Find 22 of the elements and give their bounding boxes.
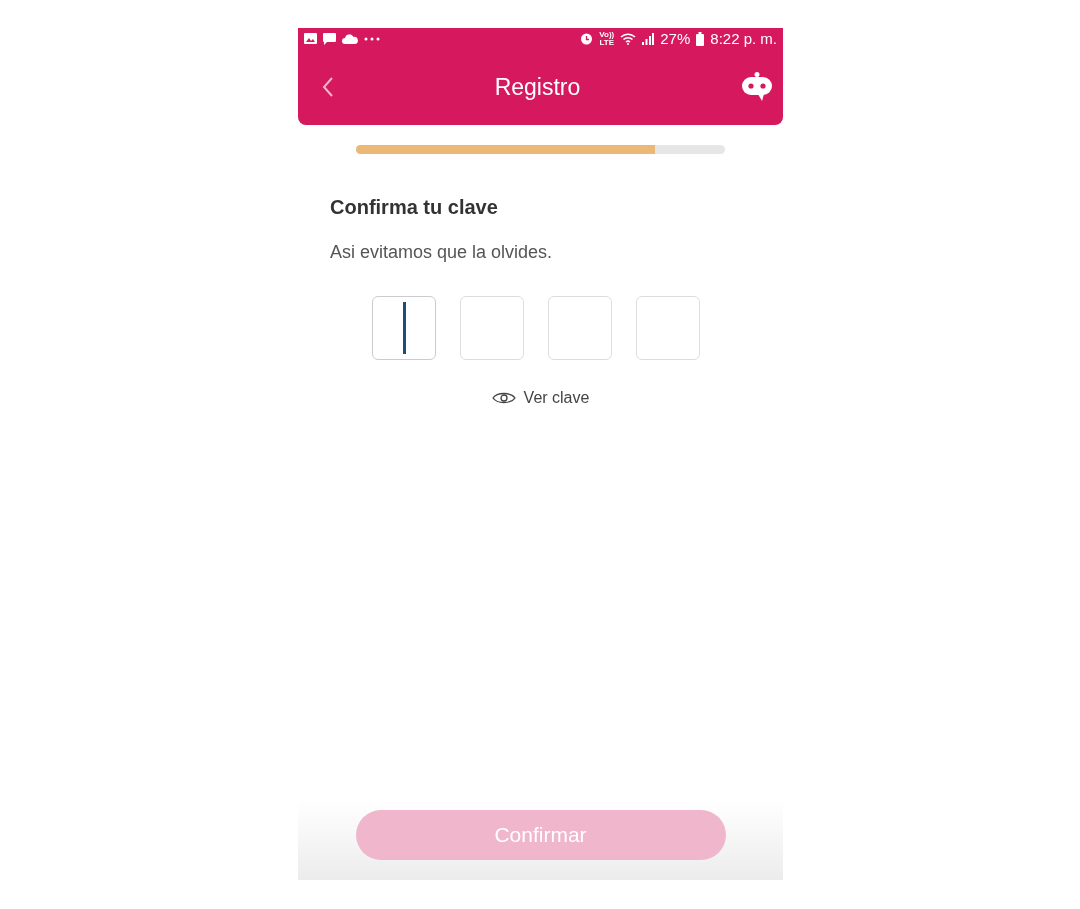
alarm-icon xyxy=(580,32,594,45)
more-icon xyxy=(364,36,380,41)
pin-digit-field[interactable] xyxy=(548,296,612,360)
clock: 8:22 p. m. xyxy=(710,30,777,47)
eye-icon xyxy=(491,391,516,405)
show-password-button[interactable]: Ver clave xyxy=(489,387,592,409)
message-icon xyxy=(323,32,336,45)
battery-icon xyxy=(696,31,705,46)
back-icon xyxy=(322,76,334,98)
volte-indicator: Vo)) LTE xyxy=(599,30,615,47)
pin-digit-field[interactable] xyxy=(372,296,436,360)
pin-digit-field[interactable] xyxy=(636,296,700,360)
battery-percent: 27% xyxy=(660,30,691,47)
signal-icon xyxy=(642,32,655,45)
chatbot-icon xyxy=(741,72,773,102)
wifi-icon xyxy=(620,32,637,45)
screen-title: Registro xyxy=(494,73,581,101)
cloud-icon xyxy=(342,33,358,44)
pin-digit-field[interactable] xyxy=(460,296,524,360)
subtitle: Asi evitamos que la olvides. xyxy=(330,242,554,263)
heading: Confirma tu clave xyxy=(330,196,499,219)
image-icon xyxy=(304,33,317,44)
